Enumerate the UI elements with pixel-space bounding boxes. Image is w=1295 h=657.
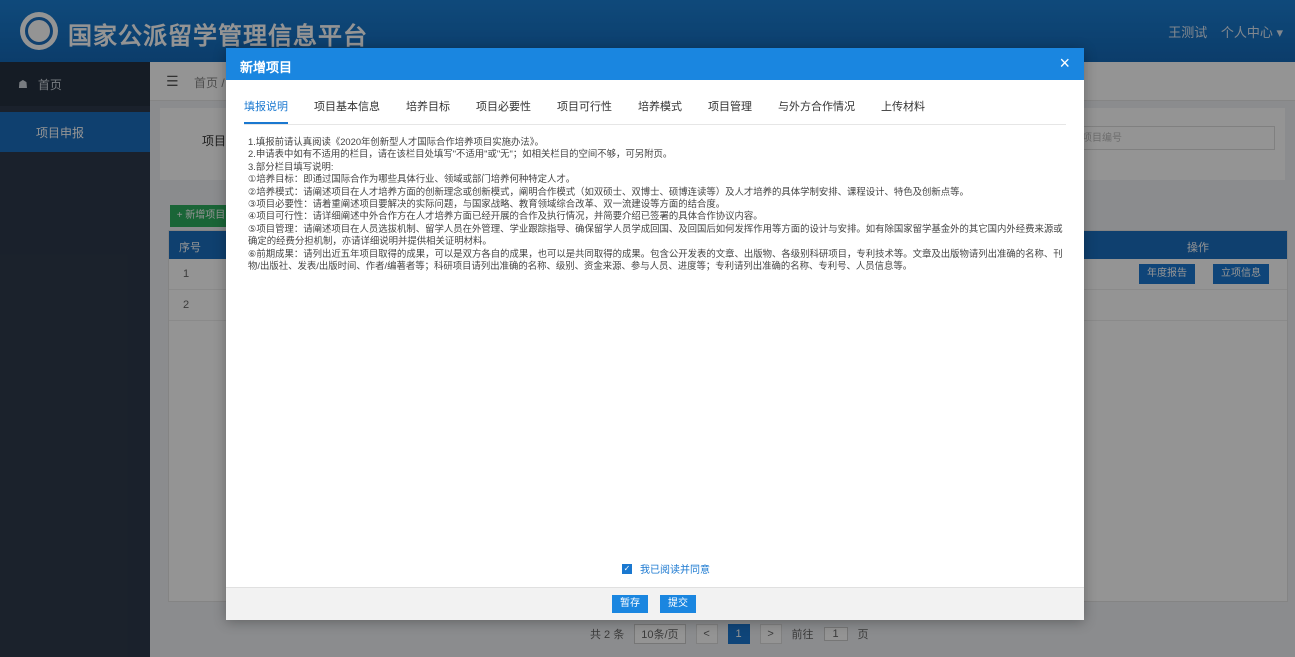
agree-checkbox-row[interactable]: ✓ 我已阅读并同意 — [622, 561, 710, 576]
add-project-dialog: 新增项目 × 填报说明 项目基本信息 培养目标 项目必要性 项目可行性 培养模式… — [226, 48, 1084, 620]
tab-instructions[interactable]: 填报说明 — [244, 98, 288, 124]
save-draft-button[interactable]: 暂存 — [612, 595, 648, 613]
tab-upload-materials[interactable]: 上传材料 — [881, 98, 925, 124]
submit-button[interactable]: 提交 — [660, 595, 696, 613]
instruction-line: ③项目必要性：请着重阐述项目要解决的实际问题，与国家战略、教育领域综合改革、双一… — [248, 198, 726, 210]
instructions-text: 1.填报前请认真阅读《2020年创新型人才国际合作培养项目实施办法》。 2.申请… — [248, 136, 1066, 272]
tab-training-goal[interactable]: 培养目标 — [406, 98, 450, 124]
checkbox-checked-icon[interactable]: ✓ — [622, 563, 632, 574]
dialog-footer: 暂存 提交 — [226, 587, 1084, 620]
tab-foreign-cooperation[interactable]: 与外方合作情况 — [778, 98, 855, 124]
tab-basic-info[interactable]: 项目基本信息 — [314, 98, 380, 124]
close-icon[interactable]: × — [1059, 53, 1070, 74]
instruction-line: ⑥前期成果：请列出近五年项目取得的成果，可以是双方各自的成果，也可以是共同取得的… — [248, 247, 1063, 272]
tab-feasibility[interactable]: 项目可行性 — [557, 98, 612, 124]
agree-label: 我已阅读并同意 — [640, 565, 710, 576]
instruction-line: ④项目可行性：请详细阐述中外合作方在人才培养方面已经开展的合作及执行情况，并简要… — [248, 210, 763, 222]
dialog-header: 新增项目 × — [226, 48, 1084, 80]
instruction-line: ①培养目标：即通过国际合作为哪些具体行业、领域或部门培养何种特定人才。 — [248, 173, 576, 185]
instruction-line: 3.部分栏目填写说明: — [248, 160, 334, 172]
instruction-line: 1.填报前请认真阅读《2020年创新型人才国际合作培养项目实施办法》。 — [248, 136, 544, 147]
instruction-line: ⑤项目管理：请阐述项目在人员选拔机制、留学人员在外管理、学业跟踪指导、确保留学人… — [248, 222, 1063, 247]
tab-necessity[interactable]: 项目必要性 — [476, 98, 531, 124]
instruction-line: ②培养模式：请阐述项目在人才培养方面的创新理念或创新模式，阐明合作模式（如双硕士… — [248, 185, 969, 197]
tab-training-mode[interactable]: 培养模式 — [638, 98, 682, 124]
instruction-line: 2.申请表中如有不适用的栏目，请在该栏目处填写"不适用"或"无"；如相关栏目的空… — [248, 148, 673, 160]
dialog-tabs: 填报说明 项目基本信息 培养目标 项目必要性 项目可行性 培养模式 项目管理 与… — [244, 98, 951, 124]
tab-management[interactable]: 项目管理 — [708, 98, 752, 124]
dialog-title: 新增项目 — [240, 60, 293, 75]
tab-divider — [244, 124, 1066, 125]
